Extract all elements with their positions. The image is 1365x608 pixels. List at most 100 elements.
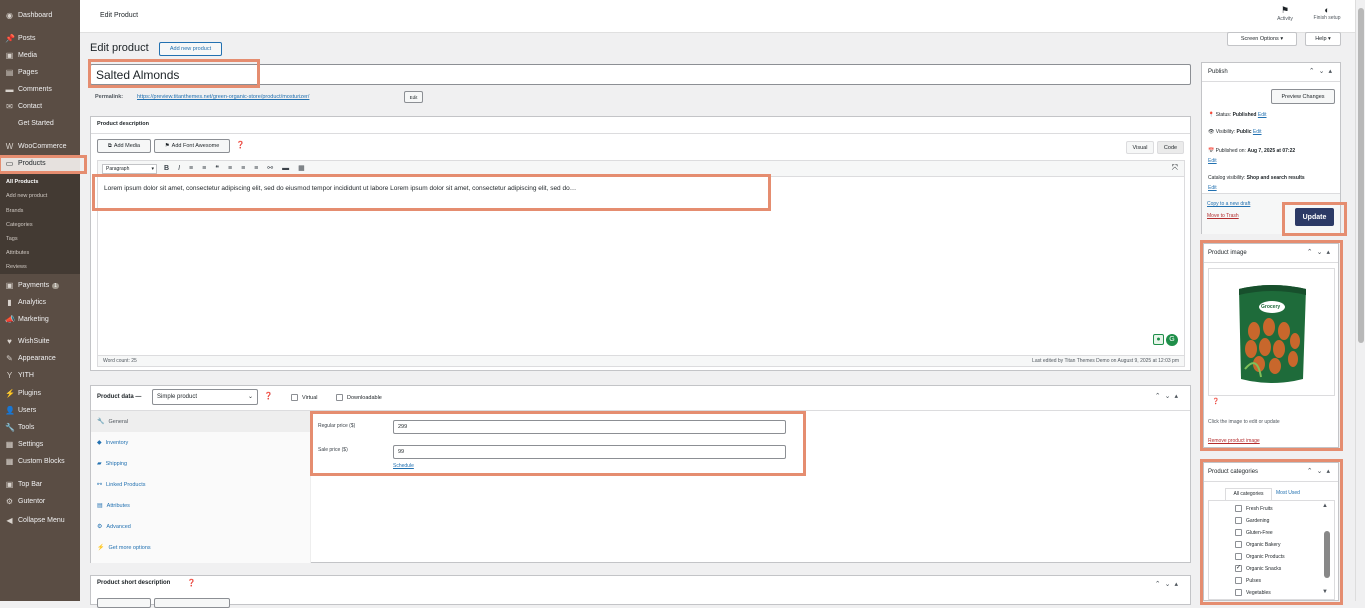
- numbered-list-icon[interactable]: ≡: [202, 165, 215, 172]
- submenu-reviews[interactable]: Reviews: [6, 264, 27, 270]
- scrollbar-thumb[interactable]: [1358, 8, 1364, 343]
- bullet-list-icon[interactable]: ≡: [189, 165, 202, 172]
- submenu-tags[interactable]: Tags: [6, 236, 18, 242]
- submenu-all-products[interactable]: All Products: [6, 179, 38, 185]
- media-icon: ▣: [5, 51, 14, 60]
- permalink-url[interactable]: https://preview.titanthemes.net/green-or…: [137, 94, 309, 100]
- catalog-edit-link[interactable]: Edit: [1208, 185, 1217, 191]
- visibility-edit-link[interactable]: Edit: [1253, 129, 1262, 135]
- sidebar-item-users[interactable]: 👤 Users: [0, 403, 80, 418]
- highlight-categories: [1200, 459, 1343, 605]
- italic-icon[interactable]: I: [178, 165, 189, 172]
- box-controls[interactable]: ⌃⌄▴: [1309, 67, 1336, 75]
- quote-icon[interactable]: ❝: [215, 165, 228, 172]
- collapse-icon: ◀: [6, 516, 13, 525]
- tab-shipping[interactable]: ▰ Shipping: [91, 453, 311, 474]
- sidebar-item-get-started[interactable]: Get Started: [0, 116, 80, 131]
- sidebar-item-top-bar[interactable]: ▣ Top Bar: [0, 477, 80, 492]
- activity-button[interactable]: ⚑ Activity: [1270, 5, 1300, 22]
- sidebar-item-pages[interactable]: ▤ Pages: [0, 65, 80, 80]
- help-button[interactable]: Help ▾: [1305, 32, 1341, 46]
- highlight-update: [1282, 202, 1347, 236]
- sidebar-item-yith[interactable]: Y YITH: [0, 368, 80, 383]
- bold-icon[interactable]: B: [164, 165, 178, 172]
- tab-get-more-options[interactable]: ⚡ Get more options: [91, 537, 311, 558]
- sidebar-item-label: Settings: [18, 441, 44, 448]
- add-font-awesome-button-2[interactable]: [154, 598, 230, 608]
- sidebar-item-label: Payments: [18, 282, 50, 289]
- sidebar-item-label: Media: [18, 52, 38, 59]
- sidebar-item-collapse-menu[interactable]: ◀ Collapse Menu: [0, 513, 80, 528]
- downloadable-checkbox[interactable]: Downloadable: [336, 394, 382, 401]
- add-media-button-2[interactable]: [97, 598, 151, 608]
- link-icon[interactable]: ⚯: [267, 165, 282, 172]
- permalink-edit-button[interactable]: Edit: [404, 91, 423, 103]
- status-row: 📍 Status: Published Edit: [1208, 112, 1267, 118]
- scrollbar[interactable]: [1355, 0, 1365, 601]
- sidebar-item-settings[interactable]: ▦ Settings: [0, 437, 80, 452]
- fullscreen-icon[interactable]: ⤧: [1172, 163, 1178, 173]
- sidebar-item-label: Tools: [18, 424, 35, 431]
- tab-inventory[interactable]: ◆ Inventory: [91, 432, 311, 453]
- sidebar-item-custom-blocks[interactable]: ▦ Custom Blocks: [0, 454, 80, 469]
- sidebar-item-wishsuite[interactable]: ♥ WishSuite: [0, 334, 80, 349]
- tab-advanced[interactable]: ⚙ Advanced: [91, 516, 311, 537]
- sidebar-item-comments[interactable]: ▬ Comments: [0, 82, 80, 97]
- submenu-categories[interactable]: Categories: [6, 222, 33, 228]
- hint-icon[interactable]: ●: [1153, 334, 1164, 345]
- sidebar-item-gutentor[interactable]: ⚙ Gutentor: [0, 494, 80, 509]
- align-left-icon[interactable]: ≡: [228, 165, 241, 172]
- product-type-select[interactable]: Simple product ⌄: [152, 389, 258, 405]
- product-data-label: Product data —: [97, 394, 142, 400]
- finish-setup-button[interactable]: ◐ Finish setup: [1308, 5, 1346, 21]
- product-data-tabs: 🔧 General ◆ Inventory ▰ Shipping ⚯ Linked Pr…: [91, 411, 311, 563]
- align-right-icon[interactable]: ≡: [254, 165, 267, 172]
- copy-draft-link[interactable]: Copy to a new draft: [1207, 201, 1250, 207]
- sidebar-item-woocommerce[interactable]: W WooCommerce: [0, 139, 80, 154]
- toolbar-toggle-icon[interactable]: ▦: [298, 165, 314, 172]
- sidebar-item-plugins[interactable]: ⚡ Plugins: [0, 386, 80, 401]
- catalog-row: Catalog visibility: Shop and search resu…: [1208, 175, 1305, 191]
- heart-icon: ♥: [7, 337, 12, 346]
- sidebar-item-label: Get Started: [18, 120, 54, 127]
- sidebar-item-marketing[interactable]: 📣 Marketing: [0, 312, 80, 327]
- sidebar-item-tools[interactable]: 🔧 Tools: [0, 420, 80, 435]
- sidebar-item-analytics[interactable]: ▮ Analytics: [0, 295, 80, 310]
- sidebar-item-posts[interactable]: 📌 Posts: [0, 31, 80, 46]
- tab-general[interactable]: 🔧 General: [91, 411, 311, 432]
- sidebar-item-appearance[interactable]: ✎ Appearance: [0, 351, 80, 366]
- sidebar-item-media[interactable]: ▣ Media: [0, 48, 80, 63]
- help-icon[interactable]: ❓: [236, 141, 245, 149]
- preview-changes-button[interactable]: Preview Changes: [1271, 89, 1335, 104]
- more-icon[interactable]: ▬: [282, 165, 298, 172]
- tab-linked-products[interactable]: ⚯ Linked Products: [91, 474, 311, 495]
- page-title: Edit product: [90, 42, 149, 54]
- add-media-button[interactable]: ⧉ Add Media: [97, 139, 151, 153]
- submenu-brands[interactable]: Brands: [6, 208, 23, 214]
- published-edit-link[interactable]: Edit: [1208, 158, 1217, 164]
- tab-attributes[interactable]: ▤ Attributes: [91, 495, 311, 516]
- tab-code[interactable]: Code: [1157, 141, 1184, 154]
- formatting-buttons[interactable]: BI≡≡❝≡≡≡⚯▬▦: [164, 164, 314, 172]
- box-controls[interactable]: ⌃⌄▴: [1155, 580, 1182, 588]
- help-icon[interactable]: ❓: [264, 392, 273, 400]
- tab-visual[interactable]: Visual: [1126, 141, 1154, 154]
- add-new-product-button[interactable]: Add new product: [159, 42, 222, 56]
- format-select[interactable]: Paragraph ▾: [102, 164, 157, 174]
- sidebar-item-dashboard[interactable]: ◉ Dashboard: [0, 8, 80, 23]
- sidebar-item-payments[interactable]: ▣ Payments 1: [0, 278, 80, 293]
- screen-options-button[interactable]: Screen Options ▾: [1227, 32, 1297, 46]
- gutentor-icon: ⚙: [5, 497, 14, 506]
- virtual-checkbox[interactable]: Virtual: [291, 394, 318, 401]
- status-edit-link[interactable]: Edit: [1258, 112, 1267, 118]
- submenu-add-new[interactable]: Add new product: [6, 193, 47, 199]
- highlight-image: [1200, 240, 1343, 451]
- move-to-trash-link[interactable]: Move to Trash: [1207, 213, 1239, 219]
- sidebar-item-contact[interactable]: ✉ Contact: [0, 99, 80, 114]
- box-controls[interactable]: ⌃⌄▴: [1155, 392, 1182, 400]
- submenu-attributes[interactable]: Attributes: [6, 250, 29, 256]
- help-icon[interactable]: ❓: [187, 579, 196, 587]
- align-center-icon[interactable]: ≡: [241, 165, 254, 172]
- add-font-awesome-button[interactable]: ⚑ Add Font Awesome: [154, 139, 230, 153]
- grammar-icon[interactable]: G: [1166, 334, 1178, 346]
